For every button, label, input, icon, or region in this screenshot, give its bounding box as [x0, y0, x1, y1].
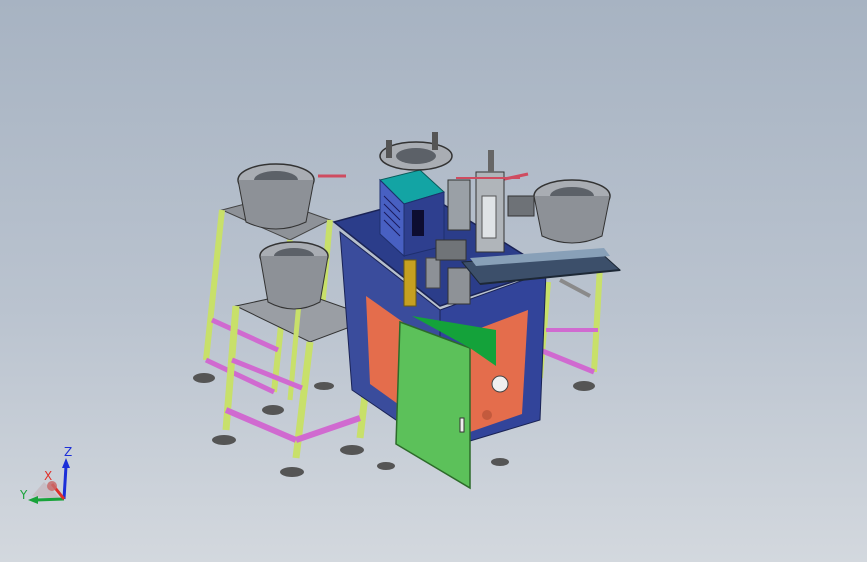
z-axis-label: Z — [64, 445, 72, 459]
y-axis — [35, 497, 65, 502]
left-back-bowl-feeder — [237, 163, 346, 230]
orientation-triad: X Y Z — [14, 444, 78, 510]
z-axis — [62, 465, 68, 500]
cad-viewport[interactable]: X Y Z — [0, 0, 867, 562]
left-front-bowl-feeder — [259, 241, 329, 310]
y-axis-label: Y — [19, 488, 28, 502]
control-box — [379, 169, 445, 258]
machine-assembly-model[interactable] — [0, 0, 867, 562]
x-axis-label: X — [44, 469, 52, 483]
top-rear-bowl-feeder — [379, 132, 453, 171]
